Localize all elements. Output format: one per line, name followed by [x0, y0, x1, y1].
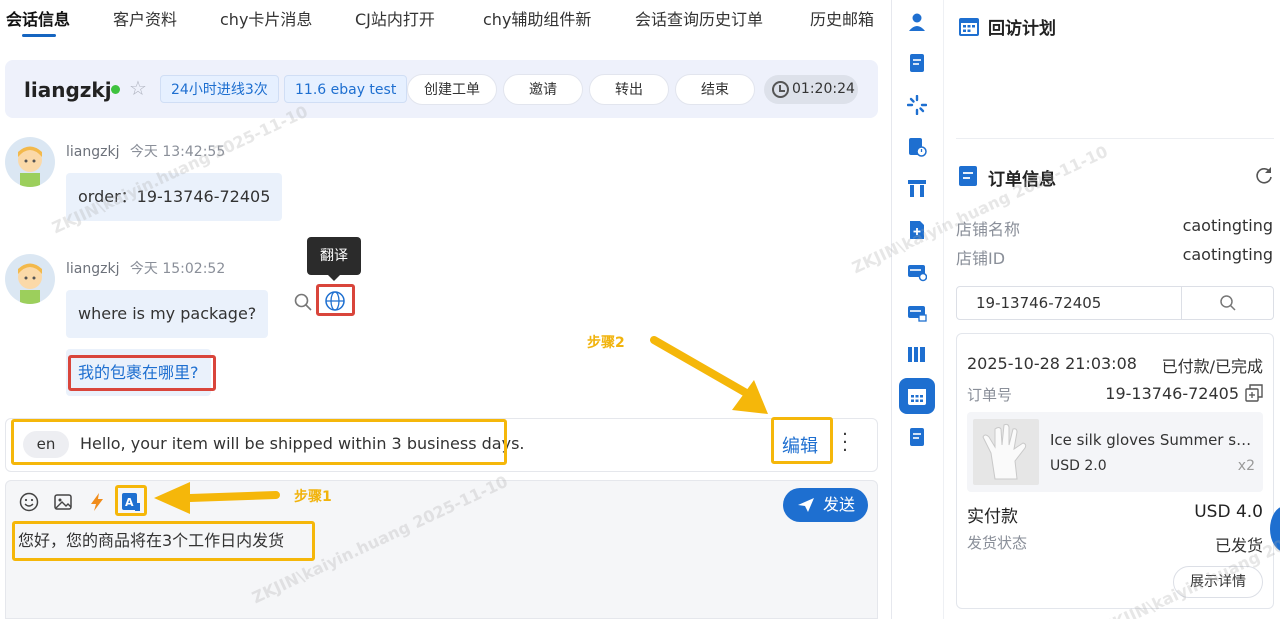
create-ticket-button[interactable]: 创建工单	[407, 74, 497, 105]
paid-value: USD 4.0	[1194, 502, 1263, 522]
document-clock-icon[interactable]	[907, 137, 927, 157]
translate-tool-highlight	[115, 485, 147, 516]
avatar	[5, 254, 55, 304]
user-icon[interactable]	[907, 12, 927, 32]
sender-name: liangzkj	[66, 261, 120, 277]
message-time: 今天 15:02:52	[129, 261, 226, 277]
translation-highlight-box	[68, 355, 216, 391]
product-quantity: x2	[1237, 458, 1255, 474]
order-number-label: 订单号	[967, 386, 1013, 404]
quick-reply-lightning-icon[interactable]	[86, 491, 108, 513]
message-bubble: order：19-13746-72405	[66, 173, 283, 221]
card-list-icon[interactable]	[907, 303, 927, 323]
step1-arrow-icon	[154, 482, 280, 514]
order-card: 2025-10-28 21:03:08 已付款/已完成 订单号 19-13746…	[956, 333, 1274, 609]
order-number: 19-13746-72405	[1105, 384, 1239, 403]
calendar-icon[interactable]	[907, 386, 927, 406]
tab-order-history[interactable]: 会话查询历史订单	[635, 6, 763, 30]
product-price: USD 2.0	[1050, 458, 1107, 474]
clock-icon	[772, 81, 789, 98]
message-bubble: where is my package?	[66, 290, 269, 338]
store-id-label: 店铺ID	[956, 249, 1006, 268]
search-icon[interactable]	[1219, 294, 1237, 312]
card-settings-icon[interactable]	[907, 262, 928, 282]
search-icon[interactable]	[293, 292, 313, 312]
more-options-icon[interactable]: · · ·	[840, 426, 850, 460]
star-icon[interactable]: ☆	[129, 76, 147, 100]
order-search-input[interactable]: 19-13746-72405	[976, 294, 1101, 312]
order-date: 2025-10-28 21:03:08	[967, 354, 1137, 373]
shipping-status-label: 发货状态	[967, 534, 1028, 552]
add-document-icon[interactable]	[907, 220, 927, 240]
send-button[interactable]: 发送	[783, 488, 868, 522]
image-icon[interactable]	[52, 491, 74, 513]
product-image	[973, 419, 1039, 485]
tab-cj-open[interactable]: CJ站内打开	[355, 6, 435, 30]
store-id-value: caotingting	[1182, 245, 1273, 264]
panel-divider	[943, 0, 944, 619]
shipping-status-value: 已发货	[1214, 536, 1263, 555]
send-label: 发送	[823, 495, 856, 514]
avatar	[5, 137, 55, 187]
message-meta: liangzkj 今天 15:02:52	[66, 258, 225, 278]
customer-name: liangzkj	[24, 78, 112, 102]
copy-icon[interactable]	[1245, 384, 1263, 402]
tag-chip-test: 11.6 ebay test	[284, 75, 408, 103]
loading-spinner-icon[interactable]	[906, 94, 928, 116]
step2-label: 步骤2	[587, 335, 625, 351]
product-name: Ice silk gloves Summer sun protection	[1050, 431, 1256, 449]
order-status: 已付款/已完成	[1161, 357, 1263, 376]
message-meta: liangzkj 今天 13:42:55	[66, 141, 225, 161]
tab-customer-profile[interactable]: 客户资料	[113, 6, 177, 30]
search-separator	[1181, 287, 1182, 319]
invite-button[interactable]: 邀请	[503, 74, 583, 105]
sender-name: liangzkj	[66, 144, 120, 160]
tab-email-history[interactable]: 历史邮箱	[810, 6, 874, 30]
store-name-value: caotingting	[1182, 216, 1273, 235]
tag-chip-visits: 24小时进线3次	[160, 75, 279, 103]
tab-bar: 会话信息 客户资料 chy卡片消息 CJ站内打开 chy辅助组件新 会话查询历史…	[0, 0, 890, 40]
translation-text-highlight	[11, 419, 507, 465]
step2-arrow-icon	[650, 336, 768, 414]
tab-session-info[interactable]: 会话信息	[6, 6, 70, 30]
end-button[interactable]: 结束	[675, 74, 755, 105]
visit-plan-title: 回访计划	[988, 19, 1056, 39]
product-item[interactable]: Ice silk gloves Summer sun protection US…	[967, 412, 1263, 492]
store-name-label: 店铺名称	[956, 220, 1021, 239]
compose-text-highlight	[12, 521, 315, 561]
online-status-dot	[111, 85, 120, 94]
app-root: 会话信息 客户资料 chy卡片消息 CJ站内打开 chy辅助组件新 会话查询历史…	[0, 0, 1280, 619]
translate-highlight-box	[316, 284, 355, 316]
step1-label: 步骤1	[294, 489, 332, 505]
edit-highlight-box	[771, 417, 833, 464]
paid-label: 实付款	[967, 507, 1018, 527]
notes-icon[interactable]	[907, 53, 927, 73]
storefront-icon[interactable]	[907, 178, 927, 198]
message-time: 今天 13:42:55	[129, 144, 226, 160]
send-plane-icon	[798, 498, 814, 512]
rail-divider	[891, 0, 892, 619]
order-search-field[interactable]: 19-13746-72405	[956, 286, 1274, 320]
books-icon[interactable]	[907, 344, 927, 364]
timer-value: 01:20:24	[792, 81, 855, 97]
translate-tooltip: 翻译	[307, 237, 361, 281]
document-icon[interactable]	[907, 427, 927, 447]
section-divider	[956, 138, 1274, 139]
order-document-icon	[958, 165, 978, 187]
conversation-header: liangzkj ☆ 24小时进线3次 11.6 ebay test 创建工单 …	[5, 60, 878, 118]
show-details-button[interactable]: 展示详情	[1173, 566, 1263, 598]
emoji-icon[interactable]	[18, 491, 40, 513]
session-timer: 01:20:24	[764, 75, 858, 104]
tab-chy-card-message[interactable]: chy卡片消息	[220, 6, 312, 30]
calendar-icon	[958, 15, 980, 37]
order-info-title: 订单信息	[988, 170, 1056, 190]
tab-chy-helper[interactable]: chy辅助组件新	[483, 6, 591, 30]
transfer-button[interactable]: 转出	[589, 74, 669, 105]
refresh-icon[interactable]	[1254, 165, 1274, 185]
active-tab-indicator	[22, 34, 56, 37]
